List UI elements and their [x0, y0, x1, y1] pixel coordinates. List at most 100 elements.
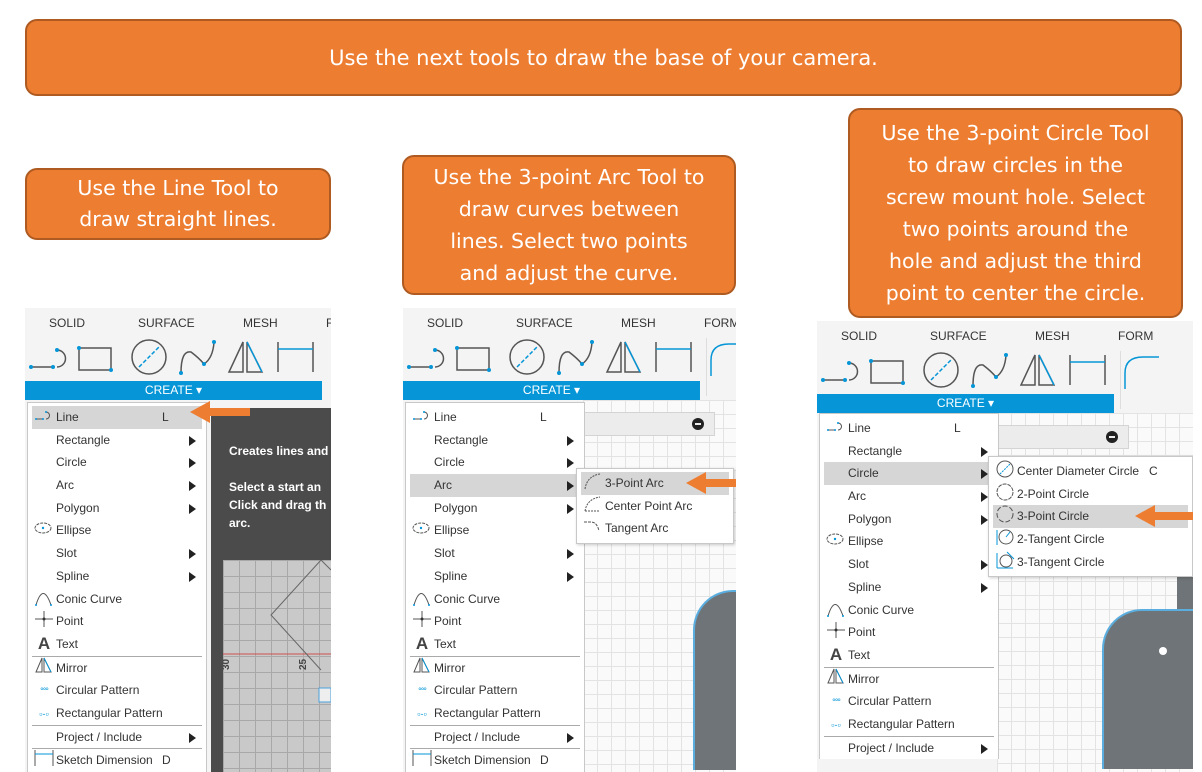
tab-solid[interactable]: SOLID: [427, 316, 463, 330]
toolbar-line-icon[interactable]: [821, 361, 859, 382]
menu-item-arc[interactable]: Arc: [32, 474, 202, 497]
create-menu-button[interactable]: CREATE ▾: [817, 394, 1114, 413]
toolbar-spline-icon[interactable]: [971, 353, 1008, 388]
fillet-tool-icon[interactable]: [1123, 351, 1163, 396]
menu-item-slot[interactable]: Slot: [824, 553, 994, 576]
menu-item-center-diameter-circle[interactable]: Center Diameter Circle C: [993, 460, 1188, 483]
menu-item-conic-curve[interactable]: Conic Curve: [410, 588, 580, 611]
menu-item-label: Circular Pattern: [56, 683, 140, 698]
menu-item-point[interactable]: Point: [410, 610, 580, 633]
screenshot-line-tool: Creates lines and Select a start an Clic…: [25, 308, 331, 772]
menu-item-circular-pattern[interactable]: °°° Circular Pattern: [32, 679, 202, 702]
menu-item-ellipse[interactable]: Ellipse: [410, 519, 580, 542]
tab-solid[interactable]: SOLID: [49, 316, 85, 330]
toolbar-mirror-icon[interactable]: [1019, 354, 1056, 386]
menu-item-slot[interactable]: Slot: [32, 542, 202, 565]
menu-item-sketch-dimension[interactable]: Sketch Dimension D: [410, 749, 580, 772]
toolbar-circle-icon[interactable]: [131, 339, 167, 375]
menu-item-line[interactable]: Line L: [410, 406, 580, 429]
menu-item-rectangle[interactable]: Rectangle: [32, 429, 202, 452]
tab-f[interactable]: F: [326, 316, 331, 330]
menu-item-rectangular-pattern[interactable]: ▫-▫ Rectangular Pattern: [32, 702, 202, 725]
tab-surface[interactable]: SURFACE: [138, 316, 195, 330]
tab-mesh[interactable]: MESH: [1035, 329, 1070, 343]
create-menu-button[interactable]: CREATE ▾: [403, 381, 700, 400]
menu-item-ellipse[interactable]: Ellipse: [824, 530, 994, 553]
toolbar-dimension-icon[interactable]: [1069, 355, 1106, 385]
tab-mesh[interactable]: MESH: [621, 316, 656, 330]
tab-form[interactable]: FORM: [704, 316, 736, 330]
toolbar-circle-icon[interactable]: [923, 352, 959, 388]
menu-item-sketch-dimension[interactable]: Sketch Dimension D: [32, 749, 202, 772]
mirror-icon: [412, 657, 432, 681]
browser-bar[interactable]: [997, 425, 1129, 449]
fillet-tool-icon[interactable]: [709, 338, 736, 383]
menu-item-rectangular-pattern[interactable]: ▫-▫ Rectangular Pattern: [410, 702, 580, 725]
menu-item-polygon[interactable]: Polygon: [410, 497, 580, 520]
tab-surface[interactable]: SURFACE: [930, 329, 987, 343]
menu-item-mirror[interactable]: Mirror: [32, 657, 202, 680]
collapse-icon[interactable]: [692, 418, 704, 430]
menu-item-ellipse[interactable]: Ellipse: [32, 519, 202, 542]
menu-item-text[interactable]: A Text: [410, 633, 580, 656]
menu-item-rectangle[interactable]: Rectangle: [410, 429, 580, 452]
toolbar-mirror-icon[interactable]: [227, 341, 264, 373]
menu-item-rectangle[interactable]: Rectangle: [824, 440, 994, 463]
menu-item-conic-curve[interactable]: Conic Curve: [824, 599, 994, 622]
menu-item-mirror[interactable]: Mirror: [410, 657, 580, 680]
menu-item-rectangular-pattern[interactable]: ▫-▫ Rectangular Pattern: [824, 713, 994, 736]
menu-item-text[interactable]: A Text: [32, 633, 202, 656]
menu-item-project-include[interactable]: Project / Include: [410, 726, 580, 749]
toolbar-rectangle-icon[interactable]: [77, 346, 113, 372]
menu-item-polygon[interactable]: Polygon: [32, 497, 202, 520]
menu-item-point[interactable]: Point: [824, 621, 994, 644]
menu-item-point[interactable]: Point: [32, 610, 202, 633]
toolbar-spline-icon[interactable]: [557, 340, 594, 375]
toolbar-mirror-icon[interactable]: [605, 341, 642, 373]
toolbar-circle-icon[interactable]: [509, 339, 545, 375]
toolbar-line-icon[interactable]: [407, 348, 445, 369]
menu-item-spline[interactable]: Spline: [410, 565, 580, 588]
toolbar-spline-icon[interactable]: [179, 340, 216, 375]
sketch-canvas[interactable]: [583, 400, 736, 772]
toolbar-dimension-icon[interactable]: [277, 342, 314, 372]
menu-item-3-tangent-circle[interactable]: 3-Tangent Circle: [993, 551, 1188, 574]
menu-item-circle[interactable]: Circle: [410, 451, 580, 474]
menu-item-circle[interactable]: Circle: [824, 462, 994, 486]
line-icon: [412, 406, 432, 429]
toolbar-line-icon[interactable]: [29, 348, 67, 369]
menu-item-text[interactable]: A Text: [824, 644, 994, 667]
menu-item-tangent-arc[interactable]: Tangent Arc: [581, 517, 729, 540]
menu-item-slot[interactable]: Slot: [410, 542, 580, 565]
menu-item-conic-curve[interactable]: Conic Curve: [32, 588, 202, 611]
tab-solid[interactable]: SOLID: [841, 329, 877, 343]
collapse-icon[interactable]: [1106, 431, 1118, 443]
canvas-label: 30: [223, 658, 232, 670]
toolbar-dimension-icon[interactable]: [655, 342, 692, 372]
menu-item-2-point-circle[interactable]: 2-Point Circle: [993, 483, 1188, 506]
menu-item-arc[interactable]: Arc: [410, 474, 580, 497]
menu-item-spline[interactable]: Spline: [32, 565, 202, 588]
tab-mesh[interactable]: MESH: [243, 316, 278, 330]
menu-item-center-point-arc[interactable]: Center Point Arc: [581, 495, 729, 518]
create-menu-button[interactable]: CREATE ▾: [25, 381, 322, 400]
menu-item-project-include[interactable]: Project / Include: [32, 726, 202, 749]
menu-item-label: Circular Pattern: [434, 683, 518, 698]
menu-item-project-include[interactable]: Project / Include: [824, 737, 994, 760]
menu-item-circular-pattern[interactable]: °°° Circular Pattern: [410, 679, 580, 702]
toolbar-rectangle-icon[interactable]: [455, 346, 491, 372]
menu-item-line[interactable]: Line L: [824, 417, 994, 440]
tab-form[interactable]: FORM: [1118, 329, 1153, 343]
menu-item-line[interactable]: Line L: [32, 406, 202, 429]
menu-item-arc[interactable]: Arc: [824, 485, 994, 508]
menu-item-spline[interactable]: Spline: [824, 576, 994, 599]
browser-bar[interactable]: [583, 412, 715, 436]
menu-item-mirror[interactable]: Mirror: [824, 668, 994, 691]
toolbar-rectangle-icon[interactable]: [869, 359, 905, 385]
menu-item-polygon[interactable]: Polygon: [824, 508, 994, 531]
menu-item-circle[interactable]: Circle: [32, 451, 202, 474]
tab-surface[interactable]: SURFACE: [516, 316, 573, 330]
menu-item-2-tangent-circle[interactable]: 2-Tangent Circle: [993, 528, 1188, 551]
menu-item-circular-pattern[interactable]: °°° Circular Pattern: [824, 690, 994, 713]
submenu-arrow-icon: [567, 435, 574, 446]
